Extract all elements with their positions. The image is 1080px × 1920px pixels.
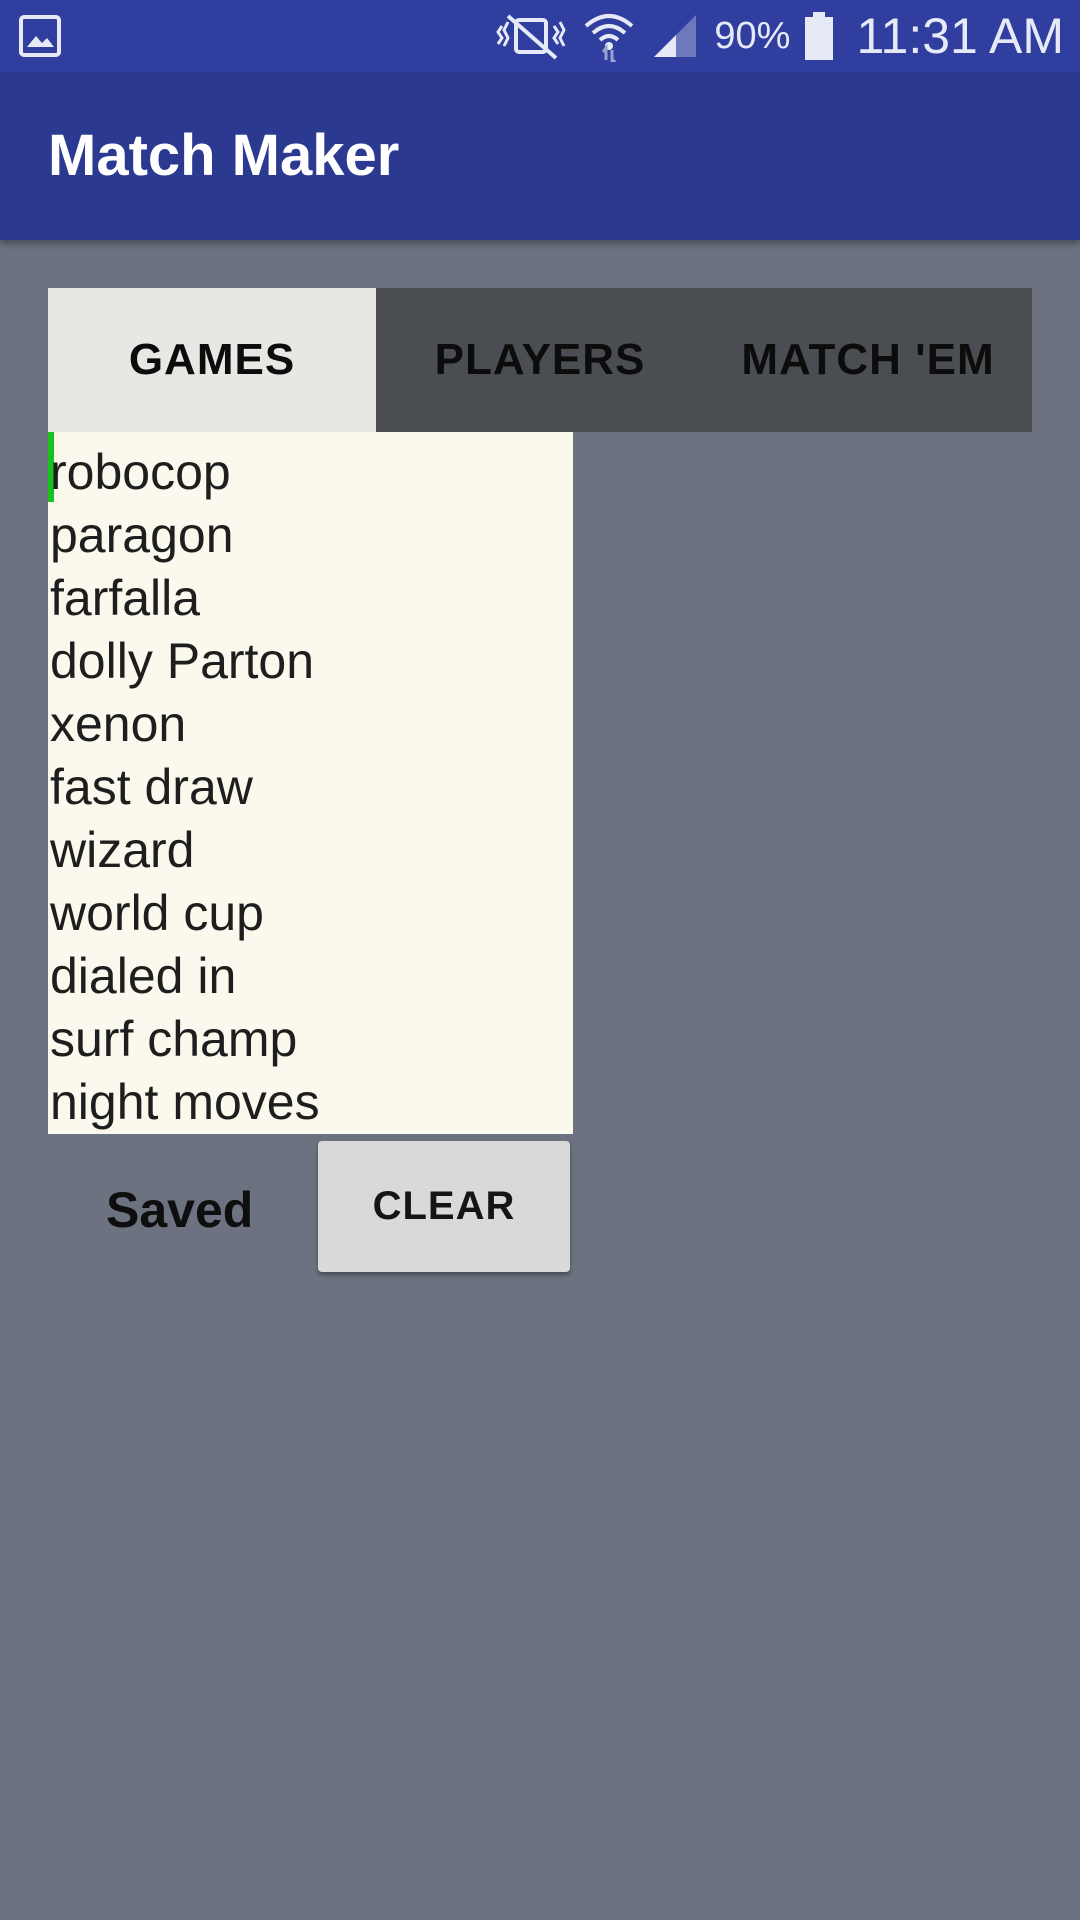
list-item: dialed in — [50, 948, 237, 1004]
tab-bar: GAMES PLAYERS MATCH 'EM — [48, 288, 1032, 432]
list-item: wizard — [50, 822, 195, 878]
image-icon — [18, 14, 62, 58]
tab-match-em[interactable]: MATCH 'EM — [704, 288, 1032, 432]
list-item: night moves — [50, 1074, 320, 1130]
signal-icon — [650, 11, 700, 61]
clock: 11:31 AM — [856, 8, 1064, 64]
list-item: surf champ — [50, 1011, 298, 1067]
app-bar: Match Maker — [0, 72, 1080, 240]
list-item: xenon — [50, 696, 187, 752]
games-text-area[interactable]: robocop paragon farfalla dolly Parton xe… — [48, 432, 573, 1134]
battery-icon — [804, 11, 834, 61]
app-title: Match Maker — [48, 123, 400, 188]
status-icons: 90% 11:31 AM — [494, 0, 1064, 72]
list-item: fast draw — [50, 759, 253, 815]
vibrate-mute-icon — [494, 12, 568, 60]
games-list: robocop paragon farfalla dolly Parton xe… — [50, 441, 320, 1134]
list-item: paragon — [50, 507, 234, 563]
list-item: dolly Parton — [50, 633, 315, 689]
status-bar: 90% 11:31 AM — [0, 0, 1080, 72]
list-item: robocop — [50, 444, 231, 500]
battery-percent: 90% — [714, 14, 791, 57]
list-item: farfalla — [50, 570, 201, 626]
wifi-icon — [582, 10, 636, 62]
list-item: world cup — [50, 885, 264, 941]
tab-games[interactable]: GAMES — [48, 288, 376, 432]
clear-button[interactable]: CLEAR — [318, 1141, 570, 1272]
tab-players[interactable]: PLAYERS — [376, 288, 704, 432]
saved-status-label: Saved — [106, 1182, 254, 1238]
